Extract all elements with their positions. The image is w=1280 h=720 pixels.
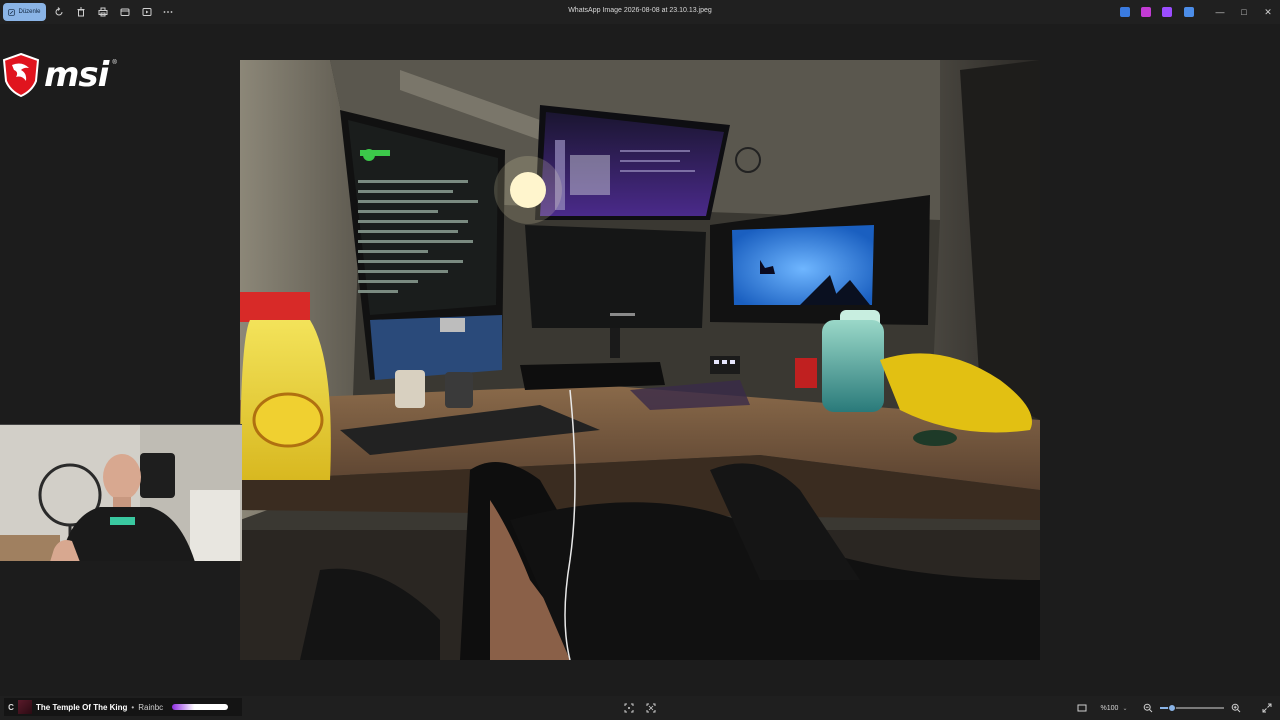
extension-icon-2[interactable] <box>1141 7 1151 17</box>
close-icon[interactable]: ✕ <box>1261 5 1275 19</box>
zoom-in-icon[interactable] <box>1230 702 1242 714</box>
track-separator: • <box>131 702 135 712</box>
track-artist: Rainbc <box>138 702 164 712</box>
edit-image-icon <box>8 8 16 16</box>
minimize-icon[interactable]: — <box>1213 5 1227 19</box>
now-playing-prefix: C <box>8 702 14 712</box>
zoom-out-icon[interactable] <box>1142 702 1154 714</box>
fit-to-window-icon[interactable] <box>623 702 635 714</box>
displayed-photo <box>240 60 1040 660</box>
extension-icon-4[interactable] <box>1184 7 1194 17</box>
window-title: WhatsApp Image 2026-08-08 at 23.10.13.jp… <box>568 7 712 14</box>
track-progress-bar <box>172 704 229 710</box>
trademark-mark: ® <box>112 60 117 66</box>
edit-button-label: Düzenle <box>18 9 41 15</box>
copy-icon[interactable] <box>141 6 153 18</box>
msi-logo: msi ® <box>2 52 147 98</box>
msi-dragon-shield-icon <box>2 53 40 97</box>
now-playing-widget[interactable]: C The Temple Of The King • Rainbc <box>4 698 242 716</box>
rotate-icon[interactable] <box>53 6 65 18</box>
webcam-overlay <box>0 424 242 561</box>
status-bar: C The Temple Of The King • Rainbc %100 ⌄ <box>0 696 1280 720</box>
zoom-slider[interactable] <box>1160 704 1224 712</box>
more-icon[interactable] <box>162 6 174 18</box>
extension-icon-1[interactable] <box>1120 7 1130 17</box>
extension-icon-3[interactable] <box>1162 7 1172 17</box>
maximize-icon[interactable]: □ <box>1237 5 1251 19</box>
print-icon[interactable] <box>97 6 109 18</box>
slideshow-icon[interactable] <box>119 6 131 18</box>
zoom-slider-thumb[interactable] <box>1167 704 1176 712</box>
msi-wordmark: msi <box>44 55 109 95</box>
title-bar: Düzenle WhatsApp Image 2026-08-08 at 23.… <box>0 0 1280 24</box>
track-title: The Temple Of The King <box>36 702 128 712</box>
album-art <box>18 700 32 714</box>
edit-button[interactable]: Düzenle <box>3 3 46 21</box>
expand-icon[interactable] <box>1261 702 1273 714</box>
actual-size-icon[interactable] <box>1076 702 1088 714</box>
delete-icon[interactable] <box>75 6 87 18</box>
fullscreen-icon[interactable] <box>645 702 657 714</box>
zoom-level-dropdown[interactable]: %100 ⌄ <box>1094 700 1134 716</box>
webcam-feed <box>0 425 242 561</box>
desk-setup-photo <box>240 60 1040 660</box>
zoom-level-value: %100 <box>1100 704 1119 712</box>
chevron-down-icon: ⌄ <box>1122 705 1128 712</box>
